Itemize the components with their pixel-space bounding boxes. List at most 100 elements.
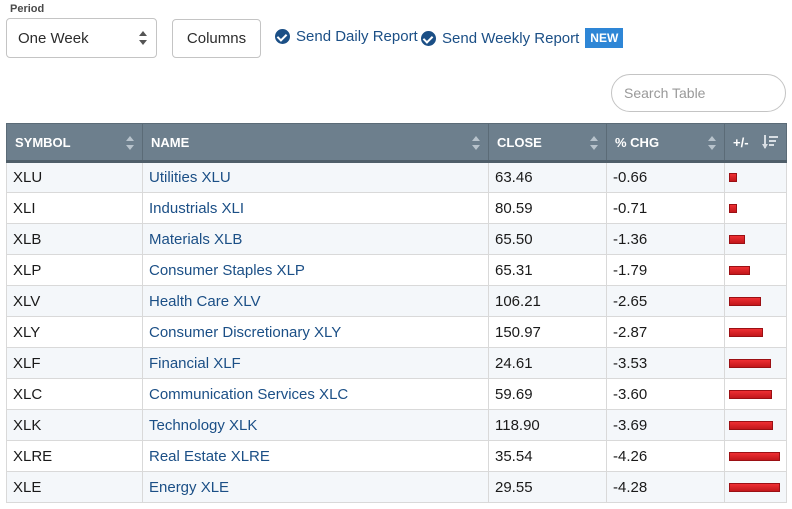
pct-chg-cell: -4.26 <box>606 440 725 472</box>
name-link[interactable]: Consumer Discretionary XLY <box>142 316 489 348</box>
sector-performance-table: SYMBOL NAME CLOSE % CHG +/- XLU Utilities… <box>6 123 787 503</box>
close-cell: 24.61 <box>488 347 607 379</box>
pct-chg-cell: -0.66 <box>606 161 725 193</box>
name-link[interactable]: Utilities XLU <box>142 161 489 193</box>
close-cell: 118.90 <box>488 409 607 441</box>
table-row[interactable]: XLK Technology XLK 118.90 -3.69 <box>6 409 787 441</box>
new-badge: NEW <box>585 28 624 48</box>
period-select[interactable]: One Week <box>6 18 157 58</box>
change-bar-cell <box>724 378 787 410</box>
symbol-cell: XLE <box>6 471 143 503</box>
period-label: Period <box>10 3 45 15</box>
name-link[interactable]: Real Estate XLRE <box>142 440 489 472</box>
columns-button[interactable]: Columns <box>172 19 261 58</box>
change-bar-cell <box>724 347 787 379</box>
change-bar <box>729 389 772 399</box>
send-weekly-report-toggle[interactable]: Send Weekly Report NEW <box>421 28 624 48</box>
name-link[interactable]: Materials XLB <box>142 223 489 255</box>
close-cell: 63.46 <box>488 161 607 193</box>
search-table-input[interactable] <box>611 74 786 112</box>
check-circle-icon <box>275 29 290 44</box>
name-link[interactable]: Industrials XLI <box>142 192 489 224</box>
sort-icon <box>590 136 598 150</box>
change-bar <box>729 296 761 306</box>
pct-chg-cell: -2.87 <box>606 316 725 348</box>
symbol-cell: XLU <box>6 161 143 193</box>
table-row[interactable]: XLI Industrials XLI 80.59 -0.71 <box>6 192 787 224</box>
change-bar <box>729 173 737 182</box>
change-bar <box>729 482 780 492</box>
symbol-cell: XLV <box>6 285 143 317</box>
change-bar <box>729 234 745 244</box>
change-bar <box>729 203 737 213</box>
change-bar <box>729 358 771 368</box>
symbol-cell: XLI <box>6 192 143 224</box>
send-daily-report-toggle[interactable]: Send Daily Report <box>275 28 418 45</box>
table-row[interactable]: XLV Health Care XLV 106.21 -2.65 <box>6 285 787 317</box>
send-weekly-report-label: Send Weekly Report <box>442 29 580 47</box>
close-cell: 150.97 <box>488 316 607 348</box>
pct-chg-cell: -2.65 <box>606 285 725 317</box>
change-bar <box>729 451 780 461</box>
pct-chg-cell: -3.69 <box>606 409 725 441</box>
change-bar-cell <box>724 285 787 317</box>
change-bar-cell <box>724 223 787 255</box>
table-row[interactable]: XLC Communication Services XLC 59.69 -3.60 <box>6 378 787 410</box>
table-row[interactable]: XLB Materials XLB 65.50 -1.36 <box>6 223 787 255</box>
table-body: XLU Utilities XLU 63.46 -0.66 XLI Industrials… <box>6 161 787 503</box>
pct-chg-cell: -3.60 <box>606 378 725 410</box>
change-bar-cell <box>724 316 787 348</box>
close-cell: 80.59 <box>488 192 607 224</box>
table-row[interactable]: XLY Consumer Discretionary XLY 150.97 -2.87 <box>6 316 787 348</box>
symbol-column-header[interactable]: SYMBOL <box>6 123 143 163</box>
table-row[interactable]: XLE Energy XLE 29.55 -4.28 <box>6 471 787 503</box>
pct-chg-cell: -1.79 <box>606 254 725 286</box>
name-link[interactable]: Technology XLK <box>142 409 489 441</box>
change-bar <box>729 420 773 430</box>
name-link[interactable]: Financial XLF <box>142 347 489 379</box>
pct-chg-cell: -1.36 <box>606 223 725 255</box>
close-cell: 35.54 <box>488 440 607 472</box>
symbol-cell: XLB <box>6 223 143 255</box>
change-bar-cell <box>724 192 787 224</box>
close-cell: 65.50 <box>488 223 607 255</box>
close-cell: 29.55 <box>488 471 607 503</box>
change-bar-cell <box>724 254 787 286</box>
close-cell: 106.21 <box>488 285 607 317</box>
symbol-cell: XLY <box>6 316 143 348</box>
close-cell: 65.31 <box>488 254 607 286</box>
pct-chg-cell: -0.71 <box>606 192 725 224</box>
symbol-cell: XLRE <box>6 440 143 472</box>
name-link[interactable]: Energy XLE <box>142 471 489 503</box>
table-row[interactable]: XLU Utilities XLU 63.46 -0.66 <box>6 161 787 193</box>
name-link[interactable]: Health Care XLV <box>142 285 489 317</box>
symbol-cell: XLK <box>6 409 143 441</box>
symbol-cell: XLP <box>6 254 143 286</box>
pct-chg-cell: -3.53 <box>606 347 725 379</box>
change-bar-cell <box>724 409 787 441</box>
table-row[interactable]: XLF Financial XLF 24.61 -3.53 <box>6 347 787 379</box>
sort-icon <box>126 136 134 150</box>
table-row[interactable]: XLP Consumer Staples XLP 65.31 -1.79 <box>6 254 787 286</box>
change-bar-cell <box>724 440 787 472</box>
sort-icon <box>472 136 480 150</box>
table-row[interactable]: XLRE Real Estate XLRE 35.54 -4.26 <box>6 440 787 472</box>
name-column-header[interactable]: NAME <box>142 123 489 163</box>
pct-chg-cell: -4.28 <box>606 471 725 503</box>
close-column-header[interactable]: CLOSE <box>488 123 607 163</box>
change-bar <box>729 327 763 337</box>
change-bar-cell <box>724 161 787 193</box>
symbol-cell: XLC <box>6 378 143 410</box>
sort-descending-icon <box>762 134 778 150</box>
name-link[interactable]: Communication Services XLC <box>142 378 489 410</box>
check-circle-icon <box>421 30 436 46</box>
send-daily-report-label: Send Daily Report <box>296 28 418 45</box>
period-select-value: One Week <box>18 29 89 47</box>
change-bar <box>729 265 750 275</box>
name-link[interactable]: Consumer Staples XLP <box>142 254 489 286</box>
plus-minus-column-header[interactable]: +/- <box>724 123 787 163</box>
change-bar-cell <box>724 471 787 503</box>
symbol-cell: XLF <box>6 347 143 379</box>
close-cell: 59.69 <box>488 378 607 410</box>
pct-chg-column-header[interactable]: % CHG <box>606 123 725 163</box>
